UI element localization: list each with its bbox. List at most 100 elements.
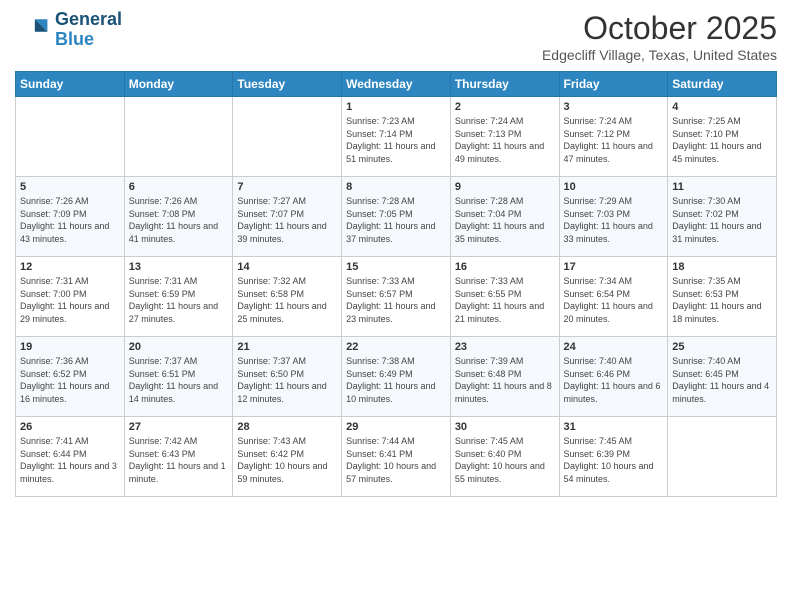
col-monday: Monday bbox=[124, 72, 233, 97]
day-info: Sunrise: 7:30 AMSunset: 7:02 PMDaylight:… bbox=[672, 195, 772, 245]
table-row: 28 Sunrise: 7:43 AMSunset: 6:42 PMDaylig… bbox=[233, 417, 342, 497]
table-row: 20 Sunrise: 7:37 AMSunset: 6:51 PMDaylig… bbox=[124, 337, 233, 417]
day-number: 24 bbox=[564, 341, 664, 353]
day-info: Sunrise: 7:31 AMSunset: 6:59 PMDaylight:… bbox=[129, 275, 229, 325]
table-row: 30 Sunrise: 7:45 AMSunset: 6:40 PMDaylig… bbox=[450, 417, 559, 497]
day-number: 5 bbox=[20, 181, 120, 193]
table-row: 17 Sunrise: 7:34 AMSunset: 6:54 PMDaylig… bbox=[559, 257, 668, 337]
table-row: 10 Sunrise: 7:29 AMSunset: 7:03 PMDaylig… bbox=[559, 177, 668, 257]
day-info: Sunrise: 7:40 AMSunset: 6:45 PMDaylight:… bbox=[672, 355, 772, 405]
day-info: Sunrise: 7:27 AMSunset: 7:07 PMDaylight:… bbox=[237, 195, 337, 245]
day-info: Sunrise: 7:32 AMSunset: 6:58 PMDaylight:… bbox=[237, 275, 337, 325]
day-info: Sunrise: 7:41 AMSunset: 6:44 PMDaylight:… bbox=[20, 435, 120, 485]
page: General Blue October 2025 Edgecliff Vill… bbox=[0, 0, 792, 612]
calendar-week-row: 26 Sunrise: 7:41 AMSunset: 6:44 PMDaylig… bbox=[16, 417, 777, 497]
day-number: 12 bbox=[20, 261, 120, 273]
day-info: Sunrise: 7:45 AMSunset: 6:40 PMDaylight:… bbox=[455, 435, 555, 485]
day-number: 9 bbox=[455, 181, 555, 193]
page-subtitle: Edgecliff Village, Texas, United States bbox=[542, 47, 777, 63]
day-info: Sunrise: 7:36 AMSunset: 6:52 PMDaylight:… bbox=[20, 355, 120, 405]
header: General Blue October 2025 Edgecliff Vill… bbox=[15, 10, 777, 63]
table-row: 19 Sunrise: 7:36 AMSunset: 6:52 PMDaylig… bbox=[16, 337, 125, 417]
day-info: Sunrise: 7:26 AMSunset: 7:09 PMDaylight:… bbox=[20, 195, 120, 245]
table-row: 18 Sunrise: 7:35 AMSunset: 6:53 PMDaylig… bbox=[668, 257, 777, 337]
day-info: Sunrise: 7:43 AMSunset: 6:42 PMDaylight:… bbox=[237, 435, 337, 485]
day-number: 29 bbox=[346, 421, 446, 433]
col-friday: Friday bbox=[559, 72, 668, 97]
day-number: 20 bbox=[129, 341, 229, 353]
table-row: 5 Sunrise: 7:26 AMSunset: 7:09 PMDayligh… bbox=[16, 177, 125, 257]
day-info: Sunrise: 7:24 AMSunset: 7:12 PMDaylight:… bbox=[564, 115, 664, 165]
logo-text: General Blue bbox=[55, 10, 122, 50]
title-block: October 2025 Edgecliff Village, Texas, U… bbox=[542, 10, 777, 63]
day-info: Sunrise: 7:28 AMSunset: 7:04 PMDaylight:… bbox=[455, 195, 555, 245]
day-number: 31 bbox=[564, 421, 664, 433]
day-number: 10 bbox=[564, 181, 664, 193]
day-info: Sunrise: 7:40 AMSunset: 6:46 PMDaylight:… bbox=[564, 355, 664, 405]
table-row bbox=[233, 97, 342, 177]
table-row bbox=[124, 97, 233, 177]
day-number: 22 bbox=[346, 341, 446, 353]
calendar-week-row: 12 Sunrise: 7:31 AMSunset: 7:00 PMDaylig… bbox=[16, 257, 777, 337]
day-info: Sunrise: 7:42 AMSunset: 6:43 PMDaylight:… bbox=[129, 435, 229, 485]
table-row: 15 Sunrise: 7:33 AMSunset: 6:57 PMDaylig… bbox=[342, 257, 451, 337]
page-title: October 2025 bbox=[542, 10, 777, 47]
day-number: 21 bbox=[237, 341, 337, 353]
table-row: 8 Sunrise: 7:28 AMSunset: 7:05 PMDayligh… bbox=[342, 177, 451, 257]
table-row: 16 Sunrise: 7:33 AMSunset: 6:55 PMDaylig… bbox=[450, 257, 559, 337]
table-row: 27 Sunrise: 7:42 AMSunset: 6:43 PMDaylig… bbox=[124, 417, 233, 497]
day-info: Sunrise: 7:35 AMSunset: 6:53 PMDaylight:… bbox=[672, 275, 772, 325]
day-number: 2 bbox=[455, 101, 555, 113]
day-info: Sunrise: 7:33 AMSunset: 6:55 PMDaylight:… bbox=[455, 275, 555, 325]
day-number: 25 bbox=[672, 341, 772, 353]
day-number: 4 bbox=[672, 101, 772, 113]
day-number: 26 bbox=[20, 421, 120, 433]
day-number: 13 bbox=[129, 261, 229, 273]
table-row: 23 Sunrise: 7:39 AMSunset: 6:48 PMDaylig… bbox=[450, 337, 559, 417]
table-row: 14 Sunrise: 7:32 AMSunset: 6:58 PMDaylig… bbox=[233, 257, 342, 337]
day-info: Sunrise: 7:31 AMSunset: 7:00 PMDaylight:… bbox=[20, 275, 120, 325]
day-number: 18 bbox=[672, 261, 772, 273]
day-info: Sunrise: 7:28 AMSunset: 7:05 PMDaylight:… bbox=[346, 195, 446, 245]
table-row: 13 Sunrise: 7:31 AMSunset: 6:59 PMDaylig… bbox=[124, 257, 233, 337]
day-info: Sunrise: 7:44 AMSunset: 6:41 PMDaylight:… bbox=[346, 435, 446, 485]
table-row: 3 Sunrise: 7:24 AMSunset: 7:12 PMDayligh… bbox=[559, 97, 668, 177]
day-info: Sunrise: 7:38 AMSunset: 6:49 PMDaylight:… bbox=[346, 355, 446, 405]
day-info: Sunrise: 7:39 AMSunset: 6:48 PMDaylight:… bbox=[455, 355, 555, 405]
table-row: 12 Sunrise: 7:31 AMSunset: 7:00 PMDaylig… bbox=[16, 257, 125, 337]
day-info: Sunrise: 7:45 AMSunset: 6:39 PMDaylight:… bbox=[564, 435, 664, 485]
day-number: 30 bbox=[455, 421, 555, 433]
table-row: 24 Sunrise: 7:40 AMSunset: 6:46 PMDaylig… bbox=[559, 337, 668, 417]
day-number: 1 bbox=[346, 101, 446, 113]
day-number: 8 bbox=[346, 181, 446, 193]
day-number: 17 bbox=[564, 261, 664, 273]
table-row: 6 Sunrise: 7:26 AMSunset: 7:08 PMDayligh… bbox=[124, 177, 233, 257]
day-number: 16 bbox=[455, 261, 555, 273]
table-row bbox=[668, 417, 777, 497]
day-number: 23 bbox=[455, 341, 555, 353]
day-info: Sunrise: 7:37 AMSunset: 6:51 PMDaylight:… bbox=[129, 355, 229, 405]
table-row: 2 Sunrise: 7:24 AMSunset: 7:13 PMDayligh… bbox=[450, 97, 559, 177]
day-number: 27 bbox=[129, 421, 229, 433]
table-row: 26 Sunrise: 7:41 AMSunset: 6:44 PMDaylig… bbox=[16, 417, 125, 497]
day-number: 14 bbox=[237, 261, 337, 273]
col-wednesday: Wednesday bbox=[342, 72, 451, 97]
day-info: Sunrise: 7:37 AMSunset: 6:50 PMDaylight:… bbox=[237, 355, 337, 405]
day-number: 28 bbox=[237, 421, 337, 433]
col-thursday: Thursday bbox=[450, 72, 559, 97]
table-row: 22 Sunrise: 7:38 AMSunset: 6:49 PMDaylig… bbox=[342, 337, 451, 417]
calendar-header-row: Sunday Monday Tuesday Wednesday Thursday… bbox=[16, 72, 777, 97]
calendar-week-row: 5 Sunrise: 7:26 AMSunset: 7:09 PMDayligh… bbox=[16, 177, 777, 257]
day-number: 19 bbox=[20, 341, 120, 353]
table-row: 1 Sunrise: 7:23 AMSunset: 7:14 PMDayligh… bbox=[342, 97, 451, 177]
day-info: Sunrise: 7:33 AMSunset: 6:57 PMDaylight:… bbox=[346, 275, 446, 325]
day-info: Sunrise: 7:34 AMSunset: 6:54 PMDaylight:… bbox=[564, 275, 664, 325]
day-info: Sunrise: 7:24 AMSunset: 7:13 PMDaylight:… bbox=[455, 115, 555, 165]
calendar-week-row: 19 Sunrise: 7:36 AMSunset: 6:52 PMDaylig… bbox=[16, 337, 777, 417]
table-row: 31 Sunrise: 7:45 AMSunset: 6:39 PMDaylig… bbox=[559, 417, 668, 497]
day-number: 7 bbox=[237, 181, 337, 193]
logo: General Blue bbox=[15, 10, 122, 50]
table-row: 7 Sunrise: 7:27 AMSunset: 7:07 PMDayligh… bbox=[233, 177, 342, 257]
table-row: 9 Sunrise: 7:28 AMSunset: 7:04 PMDayligh… bbox=[450, 177, 559, 257]
day-info: Sunrise: 7:26 AMSunset: 7:08 PMDaylight:… bbox=[129, 195, 229, 245]
